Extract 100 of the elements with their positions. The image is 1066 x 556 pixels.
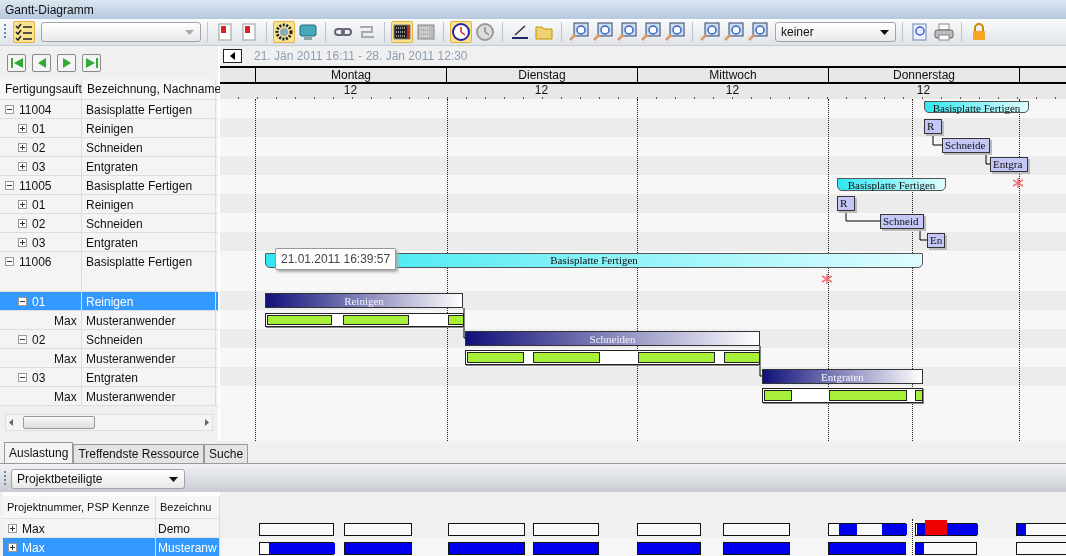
utilization-bar xyxy=(533,542,599,555)
id-text: 02 xyxy=(32,141,46,155)
tab[interactable]: Suche xyxy=(204,444,249,463)
collapse-icon[interactable] xyxy=(5,105,14,114)
tooltip: 21.01.2011 16:39:57 xyxy=(275,248,397,270)
id-text: 11004 xyxy=(19,103,52,117)
hour-label: 12 xyxy=(725,83,740,97)
dropdown-arrow-icon xyxy=(169,476,178,482)
scrollbar-thumb[interactable] xyxy=(23,416,95,429)
combo-box[interactable]: Projektbeteiligte xyxy=(11,469,185,489)
expand-icon[interactable] xyxy=(8,543,17,552)
tree-row[interactable]: 02 Schneiden xyxy=(0,138,218,157)
date-range: 21. Jän 2011 16:11 - 28. Jän 2011 12:30 xyxy=(254,49,468,63)
zoom-icon xyxy=(665,22,685,42)
expand-icon[interactable] xyxy=(18,124,27,133)
tree-row[interactable]: 11006 Basisplatte Fertigen xyxy=(0,252,218,292)
summary-bar[interactable]: Basisplatte Fertigen xyxy=(924,101,1029,113)
grid-cell: Demo xyxy=(158,522,190,536)
task-bar[interactable]: R xyxy=(837,196,855,211)
tab[interactable]: Auslastung xyxy=(4,442,74,463)
task-bar[interactable]: En xyxy=(927,233,945,248)
clock-icon xyxy=(476,23,494,41)
name-text: Schneiden xyxy=(86,333,143,347)
collapse-icon[interactable] xyxy=(18,297,27,306)
day-header: Montag xyxy=(256,68,447,82)
grid-icon xyxy=(417,24,435,40)
name-text: Entgraten xyxy=(86,160,139,174)
collapse-button[interactable] xyxy=(223,49,242,63)
tree-row[interactable]: 01 Reinigen xyxy=(0,195,218,214)
expand-icon[interactable] xyxy=(18,200,27,209)
expand-icon[interactable] xyxy=(18,219,27,228)
utilization-bar xyxy=(344,542,412,555)
column-header[interactable]: Projektnummer, PSP Kennze xyxy=(3,496,156,518)
grid-row[interactable]: Max Demo xyxy=(3,519,220,538)
name-text: Schneiden xyxy=(86,217,143,231)
id-text: 03 xyxy=(32,160,46,174)
toolbar-button[interactable] xyxy=(13,21,35,43)
expand-icon[interactable] xyxy=(18,238,27,247)
connector-line xyxy=(919,228,928,241)
previous-button[interactable] xyxy=(32,53,51,72)
collapse-icon[interactable] xyxy=(5,257,14,266)
toolbar-button[interactable] xyxy=(450,21,472,43)
connector-line xyxy=(932,133,943,146)
task-bar[interactable]: Entgra xyxy=(990,157,1028,172)
next-button[interactable] xyxy=(57,53,76,72)
id-text: 11006 xyxy=(19,255,52,269)
id-text: 03 xyxy=(32,236,46,250)
tree-row[interactable]: 03 Entgraten xyxy=(0,233,218,252)
name-text: Reinigen xyxy=(86,295,134,309)
utilization-bar xyxy=(723,542,790,555)
tree-row[interactable]: Max Musteranwender xyxy=(0,311,218,330)
tree-row[interactable]: 02 Schneiden xyxy=(0,330,218,349)
column-header[interactable]: Fertigungsauft xyxy=(0,79,82,99)
collapse-icon[interactable] xyxy=(5,181,14,190)
monitor-icon xyxy=(299,23,317,41)
tree-row[interactable]: Max Musteranwender xyxy=(0,349,218,368)
toolbar-button[interactable] xyxy=(391,21,413,43)
name-text: Basisplatte Fertigen xyxy=(86,255,193,269)
name-text: Musteranwender xyxy=(86,352,176,366)
collapse-icon[interactable] xyxy=(18,373,27,382)
id-text: 01 xyxy=(32,198,46,212)
summary-bar[interactable]: Basisplatte Fertigen xyxy=(837,178,946,191)
day-header: Donnerstag xyxy=(829,68,1020,82)
checklist-icon xyxy=(15,23,33,41)
left-arrow-icon xyxy=(230,52,235,60)
zoom-icon xyxy=(569,22,589,42)
first-button[interactable] xyxy=(7,53,26,72)
utilization-segment xyxy=(916,543,924,554)
tree-row[interactable]: 03 Entgraten xyxy=(0,368,218,387)
day-header: Mittwoch xyxy=(638,68,829,82)
grid-cell: Max xyxy=(22,522,45,536)
scroll-right-icon xyxy=(205,419,209,426)
tree-row[interactable]: 11005 Basisplatte Fertigen xyxy=(0,176,218,195)
tree-row[interactable]: 11004 Basisplatte Fertigen xyxy=(0,100,218,119)
expand-icon[interactable] xyxy=(8,524,17,533)
toolbar-button[interactable] xyxy=(273,21,295,43)
expand-icon[interactable] xyxy=(18,162,27,171)
gear-icon xyxy=(275,23,293,41)
combo-box[interactable]: keiner xyxy=(775,22,896,42)
last-button[interactable] xyxy=(82,53,101,72)
folder-icon xyxy=(535,24,553,40)
connector-line xyxy=(845,210,881,222)
tab[interactable]: Treffendste Ressource xyxy=(73,444,205,463)
tree-row[interactable]: Max Musteranwender xyxy=(0,387,218,406)
name-text: Entgraten xyxy=(86,371,139,385)
name-text: Musteranwender xyxy=(86,314,176,328)
collapse-icon[interactable] xyxy=(18,335,27,344)
document-icon xyxy=(242,23,256,41)
task-bar[interactable]: Schneide xyxy=(942,138,990,153)
search-document-icon xyxy=(912,23,928,41)
horizontal-scrollbar[interactable] xyxy=(5,414,213,431)
lines-icon xyxy=(358,24,376,40)
tree-row[interactable]: 01 Reinigen xyxy=(0,119,218,138)
tree-row[interactable]: 03 Entgraten xyxy=(0,157,218,176)
id-text: Max xyxy=(54,390,77,404)
id-text: 11005 xyxy=(19,179,52,193)
task-bar[interactable]: Schneid xyxy=(880,214,924,229)
task-bar[interactable]: R xyxy=(924,119,942,134)
expand-icon[interactable] xyxy=(18,143,27,152)
tree-row[interactable]: 02 Schneiden xyxy=(0,214,218,233)
